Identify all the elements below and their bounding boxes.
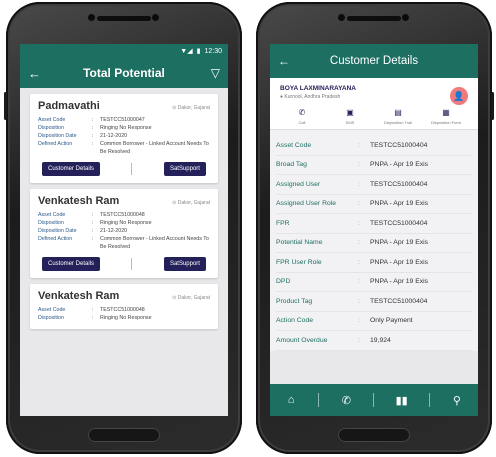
divider (428, 393, 430, 407)
back-arrow-icon[interactable]: ← (278, 54, 296, 68)
field-label: Disposition Date (38, 133, 77, 139)
field-label: Disposition (38, 315, 64, 321)
detail-row: Action Code: Only Payment (276, 312, 472, 331)
divider (318, 393, 320, 407)
detail-row: Potential Name: PNPA - Apr 19 Exis (276, 234, 472, 253)
page-title: Total Potential (83, 66, 165, 80)
sensor-dot (402, 14, 409, 21)
satsupport-button[interactable]: SatSupport (163, 257, 206, 271)
phone-icon[interactable]: ✆ (331, 394, 361, 407)
details-list: Asset Code: TESTCC51000404 Broad Tag: PNPA… (270, 130, 478, 351)
divider (131, 258, 133, 270)
camera-dot (88, 14, 95, 21)
home-button (88, 428, 160, 442)
speaker-grille (97, 16, 151, 21)
battery-icon: ▮ (196, 47, 201, 55)
bottom-nav: ⌂ ✆ ▮▮ ⚲ (270, 384, 478, 416)
detail-row: Product Tag: TESTCC51000404 (276, 292, 472, 312)
filter-icon[interactable]: ▽ (204, 66, 220, 80)
field-value: 21-12-2020 (100, 133, 128, 139)
status-time: 12:30 (204, 47, 222, 55)
call-action[interactable]: ✆ Call (280, 108, 324, 125)
trail-icon: ▤ (394, 108, 402, 117)
wifi-icon: ▼◢ (180, 47, 193, 55)
speaker-grille (347, 16, 401, 21)
detail-row: DPD: PNPA - Apr 19 Exis (276, 273, 472, 292)
customer-card: Venkatesh Ram ⊙ Dakor, Gujarat Asset Cod… (30, 284, 218, 329)
field-label: Disposition (38, 125, 64, 131)
home-icon[interactable]: ⌂ (276, 394, 306, 406)
form-icon: ▦ (442, 108, 450, 117)
status-bar: ▼◢ ▮ 12:30 (20, 44, 228, 58)
divider (131, 163, 133, 175)
profile-icon[interactable]: ⚲ (442, 394, 472, 407)
field-label: Defined Action (38, 141, 73, 147)
field-value: Common Borrower - Linked Account Needs T… (100, 236, 209, 250)
page-title: Customer Details (329, 55, 419, 67)
field-label: Disposition Date (38, 228, 77, 234)
phone-right: ← Customer Details BOYA LAXMINARAYANA ● … (256, 2, 494, 454)
field-label: Asset Code (38, 117, 66, 123)
disposition-trail-action[interactable]: ▤ Disposition Trail (376, 108, 420, 125)
customer-header: BOYA LAXMINARAYANA ● Kurnool, Andhra Pra… (270, 78, 478, 130)
customer-name: Padmavathi (38, 100, 100, 112)
customer-details-button[interactable]: Customer Details (42, 162, 101, 176)
field-value: 21-12-2020 (100, 228, 128, 234)
customer-location: ⊙ Dakor, Gujarat (172, 200, 210, 206)
customer-name: Venkatesh Ram (38, 290, 120, 302)
detail-row: Amount Overdue:19,924 (276, 331, 472, 351)
field-value: TESTCC51000048 (100, 212, 145, 218)
customer-details-button[interactable]: Customer Details (42, 257, 101, 271)
customer-card: Venkatesh Ram ⊙ Dakor, Gujarat Asset Cod… (30, 189, 218, 278)
field-label: Asset Code (38, 307, 66, 313)
detail-row: Broad Tag: PNPA - Apr 19 Exis (276, 156, 472, 175)
home-button (338, 428, 410, 442)
field-value: Common Borrower - Linked Account Needs T… (100, 141, 209, 155)
app-bar: ← Customer Details (270, 44, 478, 78)
field-value: TESTCC51000048 (100, 307, 145, 313)
divider (373, 393, 375, 407)
detail-row: Assigned User Role: PNPA - Apr 19 Exis (276, 195, 472, 214)
field-value: Ringing No Response (100, 315, 152, 321)
disposition-form-action[interactable]: ▦ Disposition Form (424, 108, 468, 125)
sms-icon: ▣ (346, 108, 354, 117)
quick-actions: ✆ Call ▣ SMS ▤ Disposition Trail ▦ Dispo… (280, 108, 468, 125)
avatar-icon[interactable]: 👤 (450, 87, 468, 105)
customer-card: Padmavathi ⊙ Dakor, Gujarat Asset Code: T… (30, 94, 218, 183)
customer-location: ● Kurnool, Andhra Pradesh (280, 94, 341, 100)
field-value: Ringing No Response (100, 220, 152, 226)
back-arrow-icon[interactable]: ← (28, 66, 44, 81)
sms-action[interactable]: ▣ SMS (328, 108, 372, 125)
screen-customer-details: ← Customer Details BOYA LAXMINARAYANA ● … (270, 44, 478, 416)
volume-button (4, 92, 7, 120)
field-label: Asset Code (38, 212, 66, 218)
detail-row: Assigned User: TESTCC51000404 (276, 175, 472, 195)
stage: ▼◢ ▮ 12:30 ← Total Potential ▽ Padmavath… (0, 0, 496, 457)
chart-icon[interactable]: ▮▮ (387, 394, 417, 407)
app-bar: ← Total Potential ▽ (20, 58, 228, 88)
satsupport-button[interactable]: SatSupport (163, 162, 206, 176)
sensor-dot (152, 14, 159, 21)
field-value: TESTCC51000047 (100, 117, 145, 123)
phone-left: ▼◢ ▮ 12:30 ← Total Potential ▽ Padmavath… (4, 2, 242, 454)
field-value: Ringing No Response (100, 125, 152, 131)
field-label: Disposition (38, 220, 64, 226)
customer-name: BOYA LAXMINARAYANA (280, 85, 356, 92)
detail-row: Asset Code: TESTCC51000404 (276, 136, 472, 156)
customer-name: Venkatesh Ram (38, 195, 120, 207)
customer-location: ⊙ Dakor, Gujarat (172, 295, 210, 301)
customer-location: ⊙ Dakor, Gujarat (172, 105, 210, 111)
power-button (491, 92, 494, 120)
phone-icon: ✆ (298, 108, 306, 117)
field-label: Defined Action (38, 236, 73, 242)
screen-total-potential: ▼◢ ▮ 12:30 ← Total Potential ▽ Padmavath… (20, 44, 228, 416)
camera-dot (338, 14, 345, 21)
detail-row: FPR: TESTCC51000404 (276, 214, 472, 234)
detail-row: FPR User Role: PNPA - Apr 19 Exis (276, 253, 472, 273)
